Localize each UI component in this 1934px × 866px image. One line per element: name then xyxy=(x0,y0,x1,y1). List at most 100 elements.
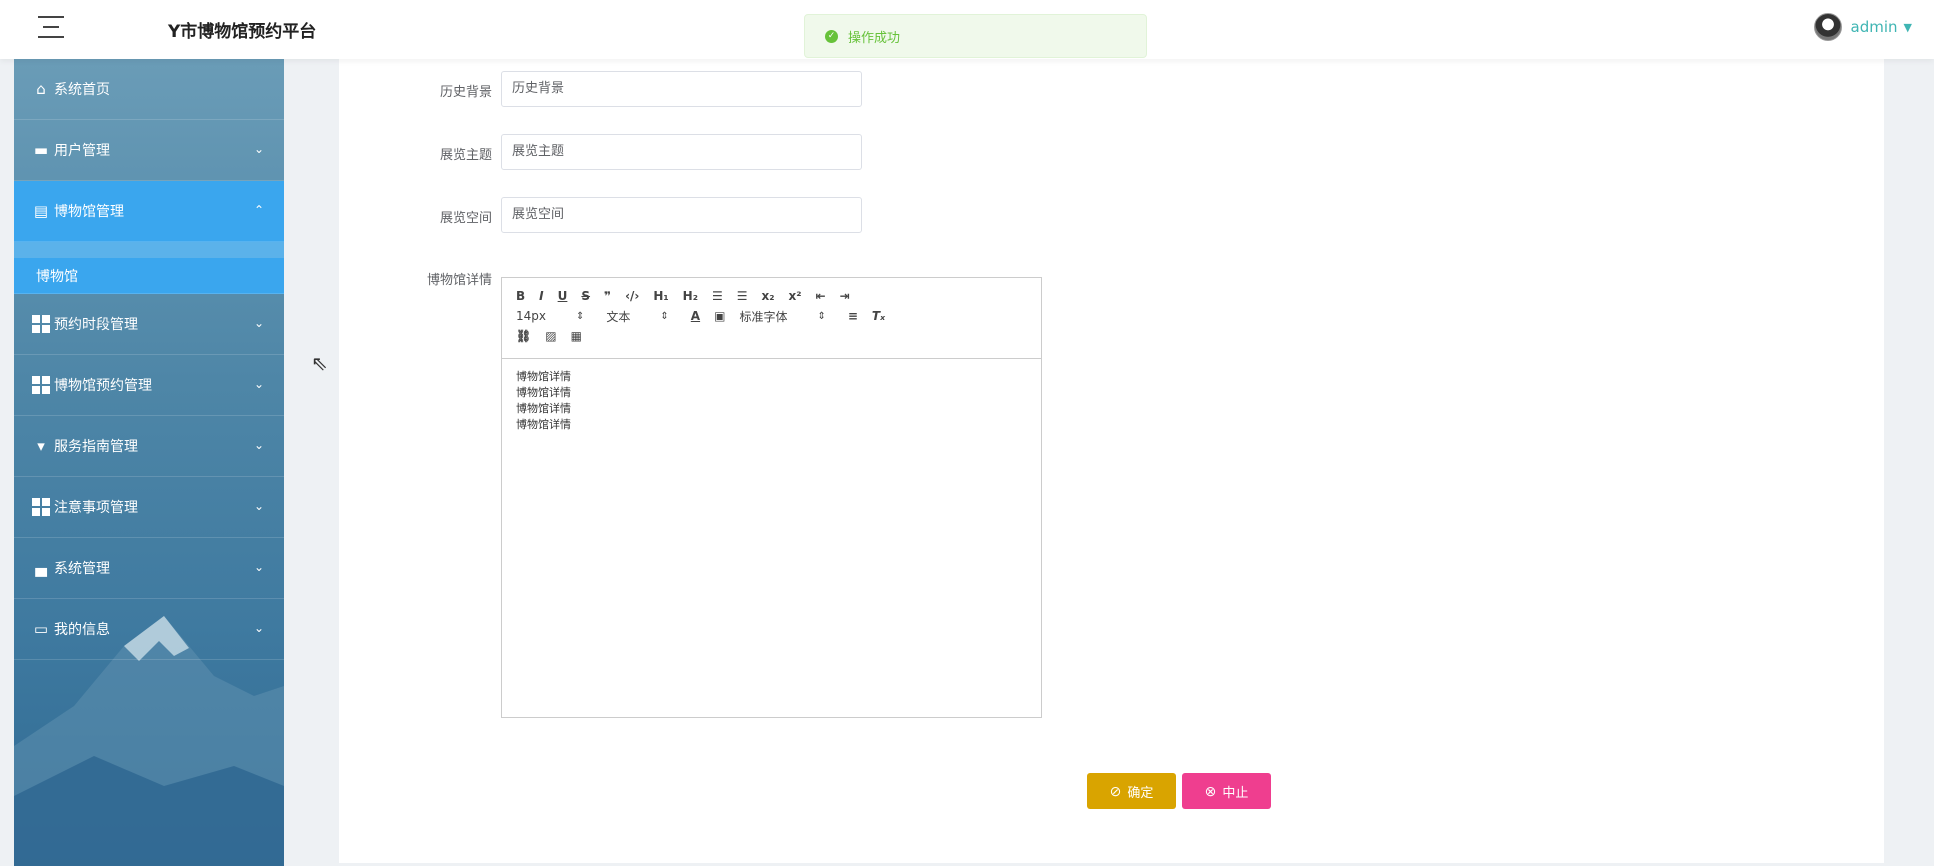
chevron-down-icon: ⌄ xyxy=(253,377,264,391)
heading1-icon[interactable]: H₁ xyxy=(653,289,668,303)
menu-toggle-icon[interactable] xyxy=(38,14,66,40)
submenu-spacer xyxy=(14,242,284,258)
italic-icon[interactable]: I xyxy=(539,289,543,303)
caret-down-icon: ▼ xyxy=(1903,20,1912,34)
rich-text-editor: B I U S ❞ ‹/› H₁ H₂ ☰ ☰ x₂ x² ⇤ ⇥ 14px ⇕ … xyxy=(501,277,1042,718)
cancel-button[interactable]: ⊗ 中止 xyxy=(1182,773,1271,809)
history-input[interactable]: 历史背景 xyxy=(501,71,862,107)
sidebar-item-label: 系统首页 xyxy=(54,82,110,98)
grid-icon xyxy=(32,498,50,516)
grid-icon xyxy=(32,315,50,333)
editor-line: 博物馆详情 xyxy=(516,370,571,383)
align-icon[interactable]: ≡ xyxy=(848,309,858,323)
underline-icon[interactable]: U xyxy=(558,289,568,303)
sidebar-item-label: 系统管理 xyxy=(54,561,110,577)
user-name: admin xyxy=(1850,18,1898,36)
check-circle-icon: ✓ xyxy=(825,29,838,43)
theme-input[interactable]: 展览主题 xyxy=(501,134,862,170)
sidebar-item-label: 预约时段管理 xyxy=(54,317,138,333)
code-block-icon[interactable]: ‹/› xyxy=(625,289,639,303)
link-icon[interactable]: ⛓ xyxy=(516,329,531,343)
sidebar-item-my-info[interactable]: ▭ 我的信息 ⌄ xyxy=(14,599,284,660)
avatar xyxy=(1813,13,1842,41)
cancel-label: 中止 xyxy=(1222,784,1249,800)
subscript-icon[interactable]: x₂ xyxy=(762,289,775,303)
outdent-icon[interactable]: ⇤ xyxy=(816,289,826,303)
editor-line: 博物馆详情 xyxy=(516,418,571,431)
toast-message: 操作成功 xyxy=(848,30,901,46)
user-menu[interactable]: admin ▼ xyxy=(1813,13,1912,41)
editor-content[interactable]: 博物馆详情 博物馆详情 博物馆详情 博物馆详情 xyxy=(502,359,1041,443)
editor-line: 博物馆详情 xyxy=(516,402,571,415)
sidebar-item-label: 博物馆预约管理 xyxy=(54,378,152,394)
mouse-pointer-icon: ⇖ xyxy=(311,351,328,375)
editor-toolbar: B I U S ❞ ‹/› H₁ H₂ ☰ ☰ x₂ x² ⇤ ⇥ 14px ⇕ … xyxy=(502,278,1041,359)
sidebar-item-notices[interactable]: 注意事项管理 ⌄ xyxy=(14,477,284,538)
sidebar-item-service-guide[interactable]: ▾ 服务指南管理 ⌄ xyxy=(14,416,284,477)
bullet-list-icon[interactable]: ☰ xyxy=(737,289,748,303)
space-label: 展览空间 xyxy=(439,211,492,226)
grid-icon xyxy=(32,376,50,394)
font-size-select[interactable]: 14px ⇕ xyxy=(516,309,584,323)
space-input[interactable]: 展览空间 xyxy=(501,197,862,233)
close-circle-icon: ⊗ xyxy=(1204,782,1217,799)
chevron-down-icon: ⌄ xyxy=(253,438,264,452)
home-icon: ⌂ xyxy=(36,80,46,98)
clipboard-icon: ▤ xyxy=(33,202,49,220)
check-circle-icon: ⊘ xyxy=(1109,782,1122,799)
sidebar-item-reservations[interactable]: 博物馆预约管理 ⌄ xyxy=(14,355,284,416)
bold-icon[interactable]: B xyxy=(516,289,525,303)
chevron-up-icon: ⌃ xyxy=(253,203,264,217)
chevron-down-icon: ⌄ xyxy=(253,621,264,635)
sidebar-item-users[interactable]: ▬ 用户管理 ⌄ xyxy=(14,120,284,181)
heading2-icon[interactable]: H₂ xyxy=(683,289,698,303)
sidebar-item-label: 注意事项管理 xyxy=(54,500,138,516)
chevron-down-icon: ⌄ xyxy=(253,142,264,156)
strikethrough-icon[interactable]: S xyxy=(581,289,590,303)
chevron-down-icon: ⌄ xyxy=(253,499,264,513)
success-toast: ✓ 操作成功 xyxy=(804,14,1147,58)
app-title: Y市博物馆预约平台 xyxy=(168,22,317,42)
main-content: 历史背景 历史背景 展览主题 展览主题 展览空间 展览空间 博物馆详情 B I … xyxy=(339,59,1884,863)
select-arrows-icon: ⇕ xyxy=(576,310,585,322)
confirm-button[interactable]: ⊘ 确定 xyxy=(1087,773,1176,809)
id-card-icon: ▭ xyxy=(33,620,49,638)
sidebar-item-label: 博物馆管理 xyxy=(54,204,124,220)
text-type-value: 文本 xyxy=(606,309,631,324)
sidebar-item-label: 用户管理 xyxy=(54,143,110,159)
history-label: 历史背景 xyxy=(439,85,492,100)
sidebar-item-home[interactable]: ⌂ 系统首页 xyxy=(14,59,284,120)
sidebar-item-label: 我的信息 xyxy=(54,622,110,638)
confirm-label: 确定 xyxy=(1127,784,1154,800)
top-header: Y市博物馆预约平台 ✓ 操作成功 admin ▼ xyxy=(0,0,1934,59)
sidebar-subitem-museum[interactable]: 博物馆 xyxy=(14,258,284,294)
briefcase-icon: ▄ xyxy=(35,559,47,577)
indent-icon[interactable]: ⇥ xyxy=(840,289,850,303)
sidebar-item-system[interactable]: ▄ 系统管理 ⌄ xyxy=(14,538,284,599)
font-size-value: 14px xyxy=(516,309,546,323)
editor-line: 博物馆详情 xyxy=(516,386,571,399)
brush-icon: ▾ xyxy=(37,437,45,455)
sidebar: ⌂ 系统首页 ▬ 用户管理 ⌄ ▤ 博物馆管理 ⌃ 博物馆 预约时段管理 ⌄ 博… xyxy=(14,59,284,866)
detail-label: 博物馆详情 xyxy=(426,273,492,288)
blockquote-icon[interactable]: ❞ xyxy=(604,289,611,303)
sidebar-item-timeslots[interactable]: 预约时段管理 ⌄ xyxy=(14,294,284,355)
user-icon: ▬ xyxy=(33,141,49,159)
font-family-value: 标准字体 xyxy=(739,309,788,324)
clear-format-icon[interactable]: Tₓ xyxy=(872,309,885,323)
select-arrows-icon: ⇕ xyxy=(817,310,826,322)
select-arrows-icon: ⇕ xyxy=(660,310,669,322)
sidebar-item-museum[interactable]: ▤ 博物馆管理 ⌃ xyxy=(14,181,284,242)
video-icon[interactable]: ▦ xyxy=(571,329,582,343)
sidebar-item-label: 服务指南管理 xyxy=(54,439,138,455)
font-color-icon[interactable]: A xyxy=(691,309,700,323)
ordered-list-icon[interactable]: ☰ xyxy=(712,289,723,303)
chevron-down-icon: ⌄ xyxy=(253,560,264,574)
image-icon[interactable]: ▨ xyxy=(545,329,556,343)
text-type-select[interactable]: 文本 ⇕ xyxy=(606,308,668,325)
font-family-select[interactable]: 标准字体 ⇕ xyxy=(739,308,825,325)
superscript-icon[interactable]: x² xyxy=(789,289,802,303)
background-color-icon[interactable]: ▣ xyxy=(714,309,725,323)
theme-label: 展览主题 xyxy=(439,148,492,163)
chevron-down-icon: ⌄ xyxy=(253,316,264,330)
